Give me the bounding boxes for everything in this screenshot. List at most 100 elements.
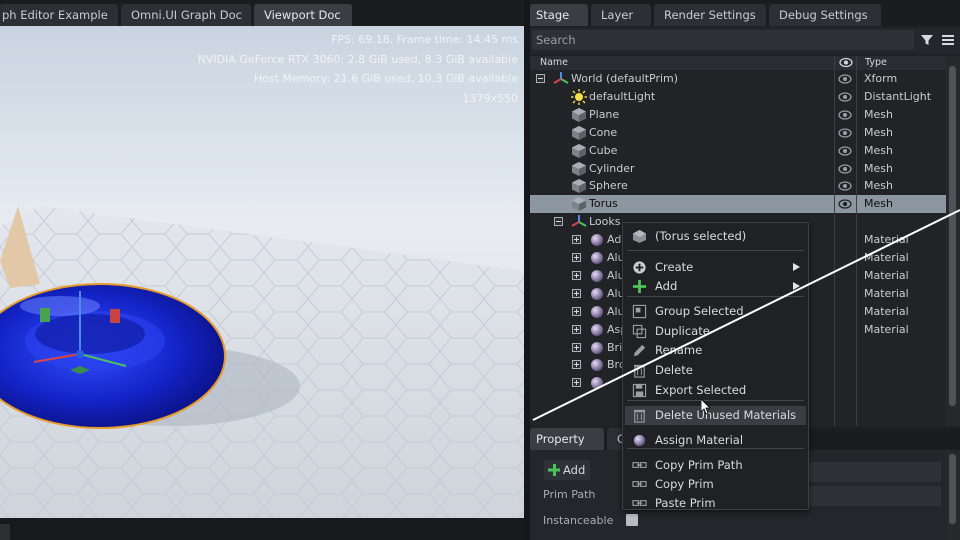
visibility-eye-icon[interactable] — [838, 198, 852, 210]
menu-separator — [627, 250, 804, 251]
stage-scrollbar[interactable] — [946, 56, 960, 426]
filter-icon[interactable] — [920, 33, 934, 47]
stage-tree-row[interactable]: World (defaultPrim) Xform — [530, 70, 946, 88]
group-icon — [632, 304, 647, 319]
trash-icon — [633, 364, 646, 378]
context-menu-item-export-selected[interactable]: Export Selected — [625, 381, 806, 400]
hamburger-menu-icon[interactable] — [941, 33, 955, 47]
collapse-icon[interactable] — [536, 74, 545, 83]
context-menu-item-label: Assign Material — [655, 433, 744, 447]
material-icon — [591, 287, 603, 300]
visibility-eye-icon[interactable] — [838, 163, 852, 175]
context-menu-item-duplicate[interactable]: Duplicate — [625, 322, 806, 341]
fps-readout: FPS: 69.18, Frame time: 14.45 ms — [331, 33, 518, 46]
expand-icon[interactable] — [572, 270, 581, 280]
mesh-icon — [572, 107, 586, 122]
visibility-eye-icon[interactable] — [838, 91, 852, 103]
stage-tree-row-type: Material — [864, 304, 909, 318]
expand-icon[interactable] — [572, 288, 581, 298]
tab-stage[interactable]: Stage — [530, 4, 588, 26]
tab-render-settings[interactable]: Render Settings — [654, 4, 766, 26]
material-icon — [591, 305, 603, 318]
prim-path-field[interactable] — [806, 486, 941, 506]
stage-tree-row[interactable]: Cone Mesh — [530, 124, 946, 142]
instanceable-label: Instanceable — [543, 514, 614, 527]
visibility-eye-icon[interactable] — [838, 127, 852, 139]
mesh-icon — [572, 125, 586, 140]
context-menu-item-label: Copy Prim — [655, 477, 714, 491]
mesh-icon — [633, 230, 646, 243]
add-property-button[interactable]: Add — [544, 460, 590, 480]
material-icon — [591, 359, 603, 372]
context-menu-item-assign-material[interactable]: Assign Material — [625, 431, 806, 450]
context-menu-item-delete-unused-materials[interactable]: Delete Unused Materials — [625, 406, 806, 425]
stage-tree-row[interactable]: Cube Mesh — [530, 142, 946, 160]
stage-tree-row[interactable]: Plane Mesh — [530, 106, 946, 124]
tab-viewport-doc[interactable]: Viewport Doc — [254, 4, 352, 26]
context-menu-item-paste-prim[interactable]: Paste Prim — [625, 494, 806, 513]
expand-icon[interactable] — [572, 324, 581, 334]
tab-property[interactable]: Property — [530, 428, 604, 450]
pencil-icon — [633, 344, 646, 357]
collapse-icon[interactable] — [554, 217, 563, 227]
search-input[interactable]: Search — [532, 30, 914, 50]
mesh-icon — [572, 179, 586, 194]
stage-tree-row[interactable]: Cylinder Mesh — [530, 160, 946, 178]
expand-icon[interactable] — [572, 235, 581, 245]
visibility-eye-icon[interactable] — [838, 145, 852, 157]
context-menu-item-rename[interactable]: Rename — [625, 341, 806, 360]
viewport[interactable]: FPS: 69.18, Frame time: 14.45 ms NVIDIA … — [0, 26, 524, 518]
expand-icon[interactable] — [572, 342, 581, 352]
tab-omni-ui-graph-doc[interactable]: Omni.UI Graph Doc — [121, 4, 251, 26]
context-menu-item-label: Rename — [655, 343, 703, 357]
visibility-column-eye-icon[interactable] — [839, 57, 853, 68]
expand-icon[interactable] — [572, 306, 581, 316]
column-name-header[interactable]: Name — [540, 57, 568, 68]
context-menu-item-label: Delete — [655, 363, 693, 377]
visibility-eye-icon[interactable] — [838, 109, 852, 121]
viewport-tab-bar: ph Editor Example Omni.UI Graph Doc View… — [0, 0, 526, 26]
column-type-header[interactable]: Type — [865, 57, 887, 68]
stage-tree-row[interactable]: Sphere Mesh — [530, 177, 946, 195]
context-menu-item-delete[interactable]: Delete — [625, 361, 806, 380]
expand-icon[interactable] — [572, 253, 581, 262]
context-menu-header: (Torus selected) — [625, 227, 806, 246]
prim-path-label: Prim Path — [543, 488, 596, 501]
link-icon — [632, 481, 647, 487]
material-icon — [591, 269, 603, 282]
stage-tree-row-name: Cube — [589, 143, 618, 157]
stage-tree-row[interactable]: defaultLight DistantLight — [530, 88, 946, 106]
visibility-eye-icon[interactable] — [838, 73, 852, 85]
xform-icon — [553, 72, 569, 84]
context-menu-item-copy-prim[interactable]: Copy Prim — [625, 475, 806, 494]
instanceable-checkbox[interactable] — [626, 514, 638, 526]
expand-icon[interactable] — [572, 378, 581, 388]
context-menu-item-label: Delete Unused Materials — [655, 408, 797, 422]
stage-tree-row-name: Cylinder — [589, 161, 635, 175]
tab-layer[interactable]: Layer — [591, 4, 651, 26]
stage-tree-row-type: Material — [864, 233, 909, 247]
stage-tree-row[interactable]: Torus Mesh — [530, 195, 946, 214]
context-menu-item-add[interactable]: Add — [625, 277, 806, 296]
material-icon — [591, 252, 603, 264]
add-property-label: Add — [563, 463, 586, 477]
context-menu-item-label: Copy Prim Path — [655, 458, 743, 472]
resolution-readout: 1379x550 — [462, 92, 519, 105]
tab-graph-editor-example[interactable]: ph Editor Example — [0, 4, 118, 26]
tab-debug-settings[interactable]: Debug Settings — [769, 4, 881, 26]
stage-tree-row-name: Cone — [589, 125, 618, 139]
trash-icon — [633, 409, 646, 423]
scene-render — [0, 206, 524, 518]
stage-scroll-thumb[interactable] — [949, 66, 956, 406]
stage-tree-row-type: Mesh — [864, 143, 893, 157]
submenu-arrow-icon — [793, 282, 800, 290]
context-menu-item-copy-prim-path[interactable]: Copy Prim Path — [625, 456, 806, 475]
property-scrollbar[interactable] — [946, 450, 960, 540]
context-menu-item-create[interactable]: Create — [625, 258, 806, 277]
expand-icon[interactable] — [572, 360, 581, 370]
add-field[interactable] — [806, 462, 941, 482]
visibility-eye-icon[interactable] — [838, 180, 852, 192]
context-menu-item-group-selected[interactable]: Group Selected — [625, 302, 806, 321]
stage-tree-row-type: Mesh — [864, 161, 893, 175]
stage-tree-row-type: Xform — [864, 72, 898, 85]
